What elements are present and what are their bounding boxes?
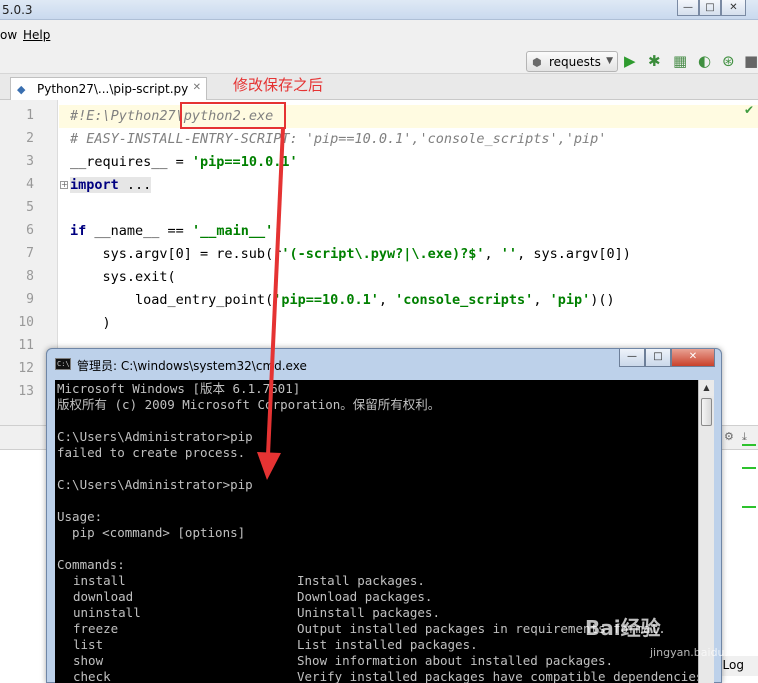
watermark-url: jingyan.baidu.com <box>650 646 752 659</box>
arrow-head <box>257 452 281 480</box>
annotation-arrow <box>257 127 285 480</box>
watermark-logo: Bai经验 <box>585 616 661 640</box>
arrow-shaft <box>266 127 285 456</box>
